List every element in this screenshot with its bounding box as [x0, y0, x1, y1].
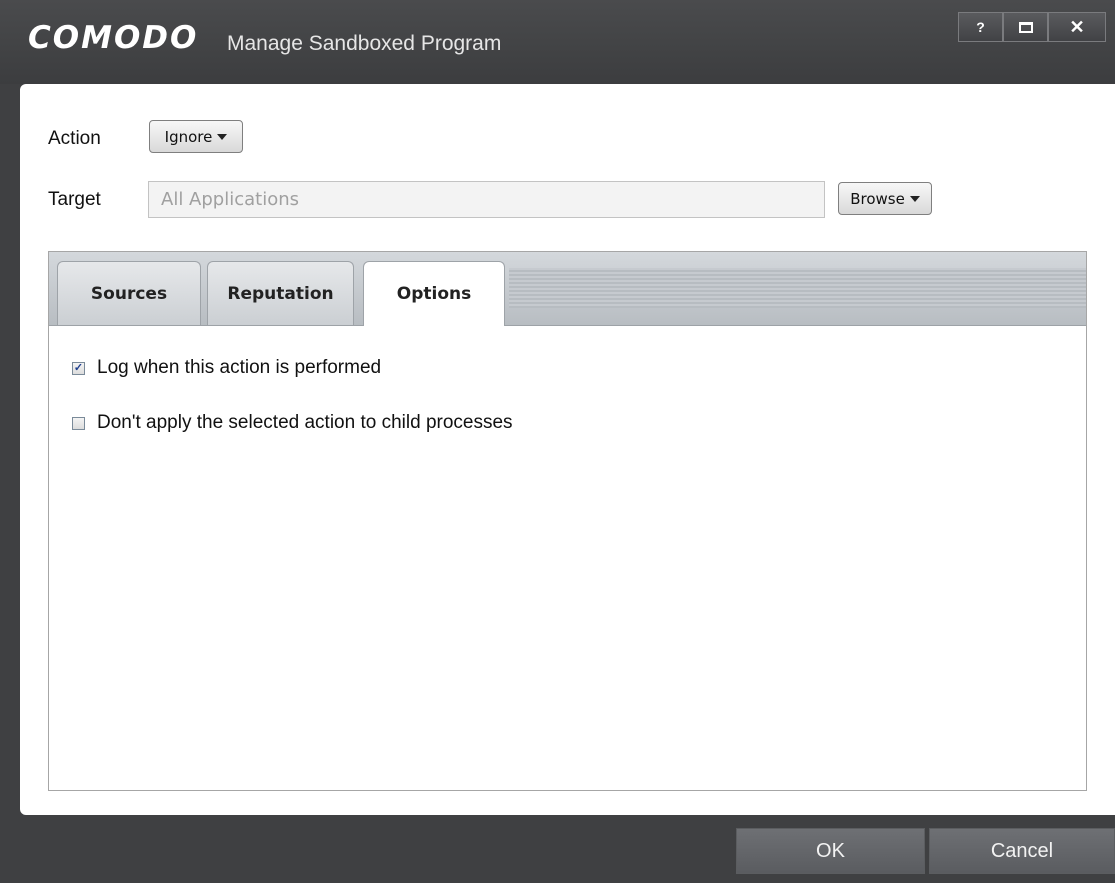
maximize-icon — [1018, 21, 1033, 33]
tab-sources[interactable]: Sources — [57, 261, 201, 325]
log-action-checkbox-row[interactable]: ✓ Log when this action is performed — [72, 357, 381, 379]
tab-label: Options — [396, 284, 472, 304]
target-field[interactable]: All Applications — [148, 181, 825, 218]
close-icon: ✕ — [1069, 16, 1085, 37]
manage-sandboxed-program-window: COMODO Manage Sandboxed Program ? ✕ Acti… — [0, 0, 1115, 883]
child-processes-checkbox-row[interactable]: Don't apply the selected action to child… — [72, 412, 513, 434]
tab-reputation[interactable]: Reputation — [207, 261, 354, 325]
tab-strip-texture — [509, 268, 1086, 308]
cancel-button[interactable]: Cancel — [929, 828, 1115, 874]
caret-down-icon — [217, 133, 228, 140]
tab-strip: Sources Reputation Options — [49, 252, 1086, 326]
action-dropdown[interactable]: Ignore — [149, 120, 243, 153]
action-value: Ignore — [164, 127, 213, 146]
window-title: Manage Sandboxed Program — [227, 32, 502, 55]
action-label: Action — [48, 128, 101, 149]
log-action-checkbox[interactable]: ✓ — [72, 361, 85, 375]
help-icon: ? — [976, 19, 985, 35]
close-button[interactable]: ✕ — [1048, 12, 1106, 42]
target-label: Target — [48, 189, 101, 210]
title-bar: COMODO Manage Sandboxed Program ? ✕ — [0, 0, 1115, 84]
ok-button[interactable]: OK — [736, 828, 925, 874]
browse-dropdown-button[interactable]: Browse — [838, 182, 932, 215]
maximize-button[interactable] — [1003, 12, 1048, 42]
child-processes-checkbox[interactable] — [72, 416, 85, 430]
help-button[interactable]: ? — [958, 12, 1003, 42]
browse-label: Browse — [850, 189, 905, 208]
caret-down-icon — [909, 195, 920, 202]
tab-panel: Sources Reputation Options ✓ Log when th… — [48, 251, 1087, 791]
comodo-logo: COMODO — [28, 20, 199, 56]
tab-options[interactable]: Options — [363, 261, 505, 326]
tab-label: Reputation — [227, 283, 334, 304]
tab-label: Sources — [90, 283, 168, 304]
log-action-label: Log when this action is performed — [97, 357, 382, 378]
child-processes-label: Don't apply the selected action to child… — [97, 412, 513, 433]
checkmark-icon: ✓ — [73, 361, 84, 374]
